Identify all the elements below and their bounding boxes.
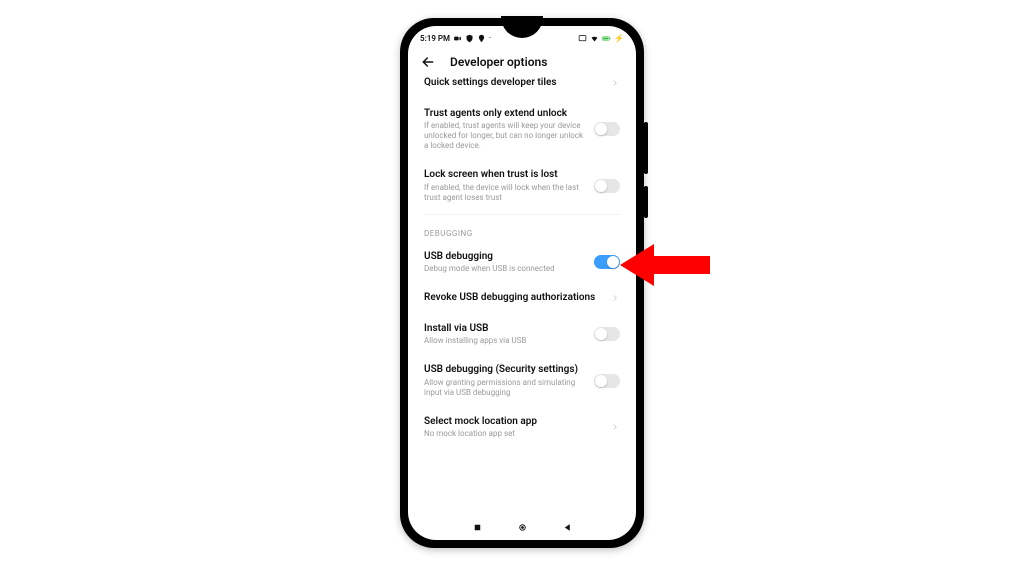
location-icon — [477, 34, 486, 43]
toggle-usb-security[interactable] — [594, 374, 620, 388]
status-time: 5:19 PM — [420, 34, 450, 43]
divider — [424, 214, 620, 215]
row-title: USB debugging — [424, 251, 586, 264]
row-title: Select mock location app — [424, 416, 602, 429]
stage: 5:19 PM · ⚡ Developer options — [0, 0, 1024, 576]
toggle-usb-debugging[interactable] — [594, 255, 620, 269]
row-subtitle: Debug mode when USB is connected — [424, 264, 586, 274]
video-icon — [453, 34, 462, 43]
row-subtitle: No mock location app set — [424, 429, 602, 439]
row-title: Install via USB — [424, 323, 586, 336]
row-subtitle: If enabled, the device will lock when th… — [424, 183, 586, 203]
back-button[interactable] — [420, 54, 436, 70]
charge-icon: ⚡ — [614, 34, 624, 43]
row-subtitle: Allow granting permissions and simulatin… — [424, 378, 586, 398]
row-title: Lock screen when trust is lost — [424, 169, 586, 182]
settings-list[interactable]: Quick settings developer tiles Trust age… — [408, 74, 636, 518]
row-usb-debugging[interactable]: USB debugging Debug mode when USB is con… — [424, 242, 620, 284]
row-usb-debug-security[interactable]: USB debugging (Security settings) Allow … — [424, 355, 620, 407]
toggle-trust-agents[interactable] — [594, 122, 620, 136]
page-title: Developer options — [450, 55, 547, 69]
toggle-install-usb[interactable] — [594, 327, 620, 341]
home-button[interactable] — [517, 522, 528, 533]
row-title: Trust agents only extend unlock — [424, 108, 586, 121]
shield-icon — [465, 34, 474, 43]
annotation-arrow — [620, 230, 710, 300]
status-dot: · — [489, 34, 491, 42]
status-bar: 5:19 PM · ⚡ — [408, 26, 636, 48]
android-nav-bar — [408, 518, 636, 536]
cast-icon — [578, 34, 587, 43]
volume-button — [644, 122, 648, 174]
row-revoke-usb-auth[interactable]: Revoke USB debugging authorizations — [424, 283, 620, 314]
phone-screen: 5:19 PM · ⚡ Developer options — [408, 26, 636, 540]
back-nav-button[interactable] — [562, 522, 573, 533]
chevron-right-icon — [610, 293, 620, 303]
row-install-via-usb[interactable]: Install via USB Allow installing apps vi… — [424, 314, 620, 356]
arrow-left-icon — [420, 54, 436, 70]
chevron-right-icon — [610, 422, 620, 432]
row-trust-agents[interactable]: Trust agents only extend unlock If enabl… — [424, 99, 620, 161]
row-title: USB debugging (Security settings) — [424, 364, 586, 377]
toggle-lock-trust[interactable] — [594, 179, 620, 193]
phone-frame: 5:19 PM · ⚡ Developer options — [400, 18, 644, 548]
row-subtitle: Allow installing apps via USB — [424, 336, 586, 346]
section-header-debugging: DEBUGGING — [424, 217, 620, 242]
recents-button[interactable] — [472, 522, 483, 533]
wifi-icon — [590, 34, 599, 43]
power-button — [644, 186, 648, 218]
row-subtitle: If enabled, trust agents will keep your … — [424, 121, 586, 151]
battery-icon — [602, 34, 611, 43]
row-mock-location[interactable]: Select mock location app No mock locatio… — [424, 407, 620, 449]
row-quick-settings-tiles[interactable]: Quick settings developer tiles — [424, 74, 620, 99]
row-lock-when-trust-lost[interactable]: Lock screen when trust is lost If enable… — [424, 160, 620, 212]
row-title: Quick settings developer tiles — [424, 77, 602, 90]
row-title: Revoke USB debugging authorizations — [424, 292, 602, 305]
chevron-right-icon — [610, 78, 620, 88]
